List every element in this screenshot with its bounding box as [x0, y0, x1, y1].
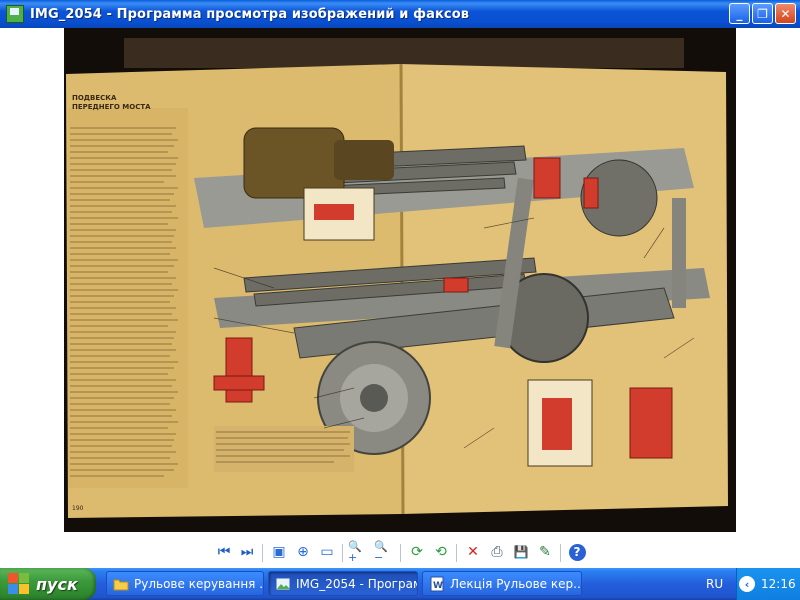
best-fit-button[interactable]: ▣: [268, 541, 290, 563]
clock: 12:16: [761, 577, 796, 591]
toolbar-separator: [456, 544, 457, 562]
help-icon: ?: [568, 543, 586, 561]
start-button[interactable]: пуск: [0, 568, 96, 600]
taskbar-item-label: IMG_2054 - Програм...: [296, 576, 417, 591]
image-area: ПОДВЕСКА ПЕРЕДНЕГО МОСТА 190: [0, 28, 800, 538]
folder-icon: [113, 579, 129, 590]
zoom-in-button[interactable]: 🔍+: [348, 541, 370, 563]
windows-logo-icon: [8, 573, 30, 595]
slideshow-button[interactable]: ▭: [316, 541, 338, 563]
title-bar[interactable]: IMG_2054 - Программа просмотра изображен…: [0, 0, 800, 28]
svg-text:W: W: [433, 581, 443, 591]
rotate-counterclockwise-button[interactable]: ⟲: [430, 541, 452, 563]
minimize-button[interactable]: _: [729, 3, 750, 24]
previous-image-button[interactable]: ⏮: [213, 541, 235, 563]
toolbar-separator: [560, 544, 561, 562]
close-button[interactable]: ✕: [775, 3, 796, 24]
system-tray: ‹ 12:16: [736, 568, 800, 600]
start-label: пуск: [36, 574, 78, 594]
diagram-heading-line2: ПЕРЕДНЕГО МОСТА: [72, 103, 151, 111]
rotate-clockwise-button[interactable]: ⟳: [406, 541, 428, 563]
photo-suspension-diagram: ПОДВЕСКА ПЕРЕДНЕГО МОСТА 190: [64, 28, 736, 532]
save-button[interactable]: 💾: [510, 541, 532, 563]
page-number: 190: [72, 505, 84, 512]
taskbar: пуск Рульове керування ... IMG_2054 - Пр…: [0, 568, 800, 600]
zoom-out-button[interactable]: 🔍−: [374, 541, 396, 563]
toolbar-separator: [262, 544, 263, 562]
toolbar-separator: [342, 544, 343, 562]
taskbar-item-label: Рульове керування ...: [134, 576, 264, 591]
help-button[interactable]: ?: [566, 541, 588, 563]
language-indicator[interactable]: RU: [706, 577, 723, 591]
taskbar-item-folder[interactable]: Рульове керування ...: [106, 571, 264, 596]
image-viewer-icon: [6, 5, 24, 23]
diagram-heading-line1: ПОДВЕСКА: [72, 94, 117, 102]
next-image-button[interactable]: ⏭: [236, 541, 258, 563]
print-button[interactable]: ⎙: [486, 541, 508, 563]
edit-button[interactable]: ✎: [534, 541, 556, 563]
delete-button[interactable]: ✕: [462, 541, 484, 563]
taskbar-item-word-document[interactable]: W Лекція Рульове кер...: [422, 571, 582, 596]
toolbar-separator: [400, 544, 401, 562]
taskbar-item-label: Лекція Рульове кер...: [450, 576, 582, 591]
window-title: IMG_2054 - Программа просмотра изображен…: [30, 6, 470, 22]
taskbar-item-image-viewer[interactable]: IMG_2054 - Програм...: [268, 571, 418, 596]
actual-size-button[interactable]: ⊕: [292, 541, 314, 563]
photo-drawing: ПОДВЕСКА ПЕРЕДНЕГО МОСТА 190: [64, 28, 736, 532]
show-hidden-icons-button[interactable]: ‹: [739, 576, 755, 592]
maximize-button[interactable]: ❐: [752, 3, 773, 24]
window-controls: _ ❐ ✕: [729, 3, 796, 24]
word-document-icon: W: [430, 576, 444, 591]
viewer-toolbar: ⏮ ⏭ ▣ ⊕ ▭ 🔍+ 🔍− ⟳ ⟲ ✕ ⎙ 💾 ✎ ?: [0, 538, 800, 568]
image-viewer-icon: [275, 577, 291, 590]
